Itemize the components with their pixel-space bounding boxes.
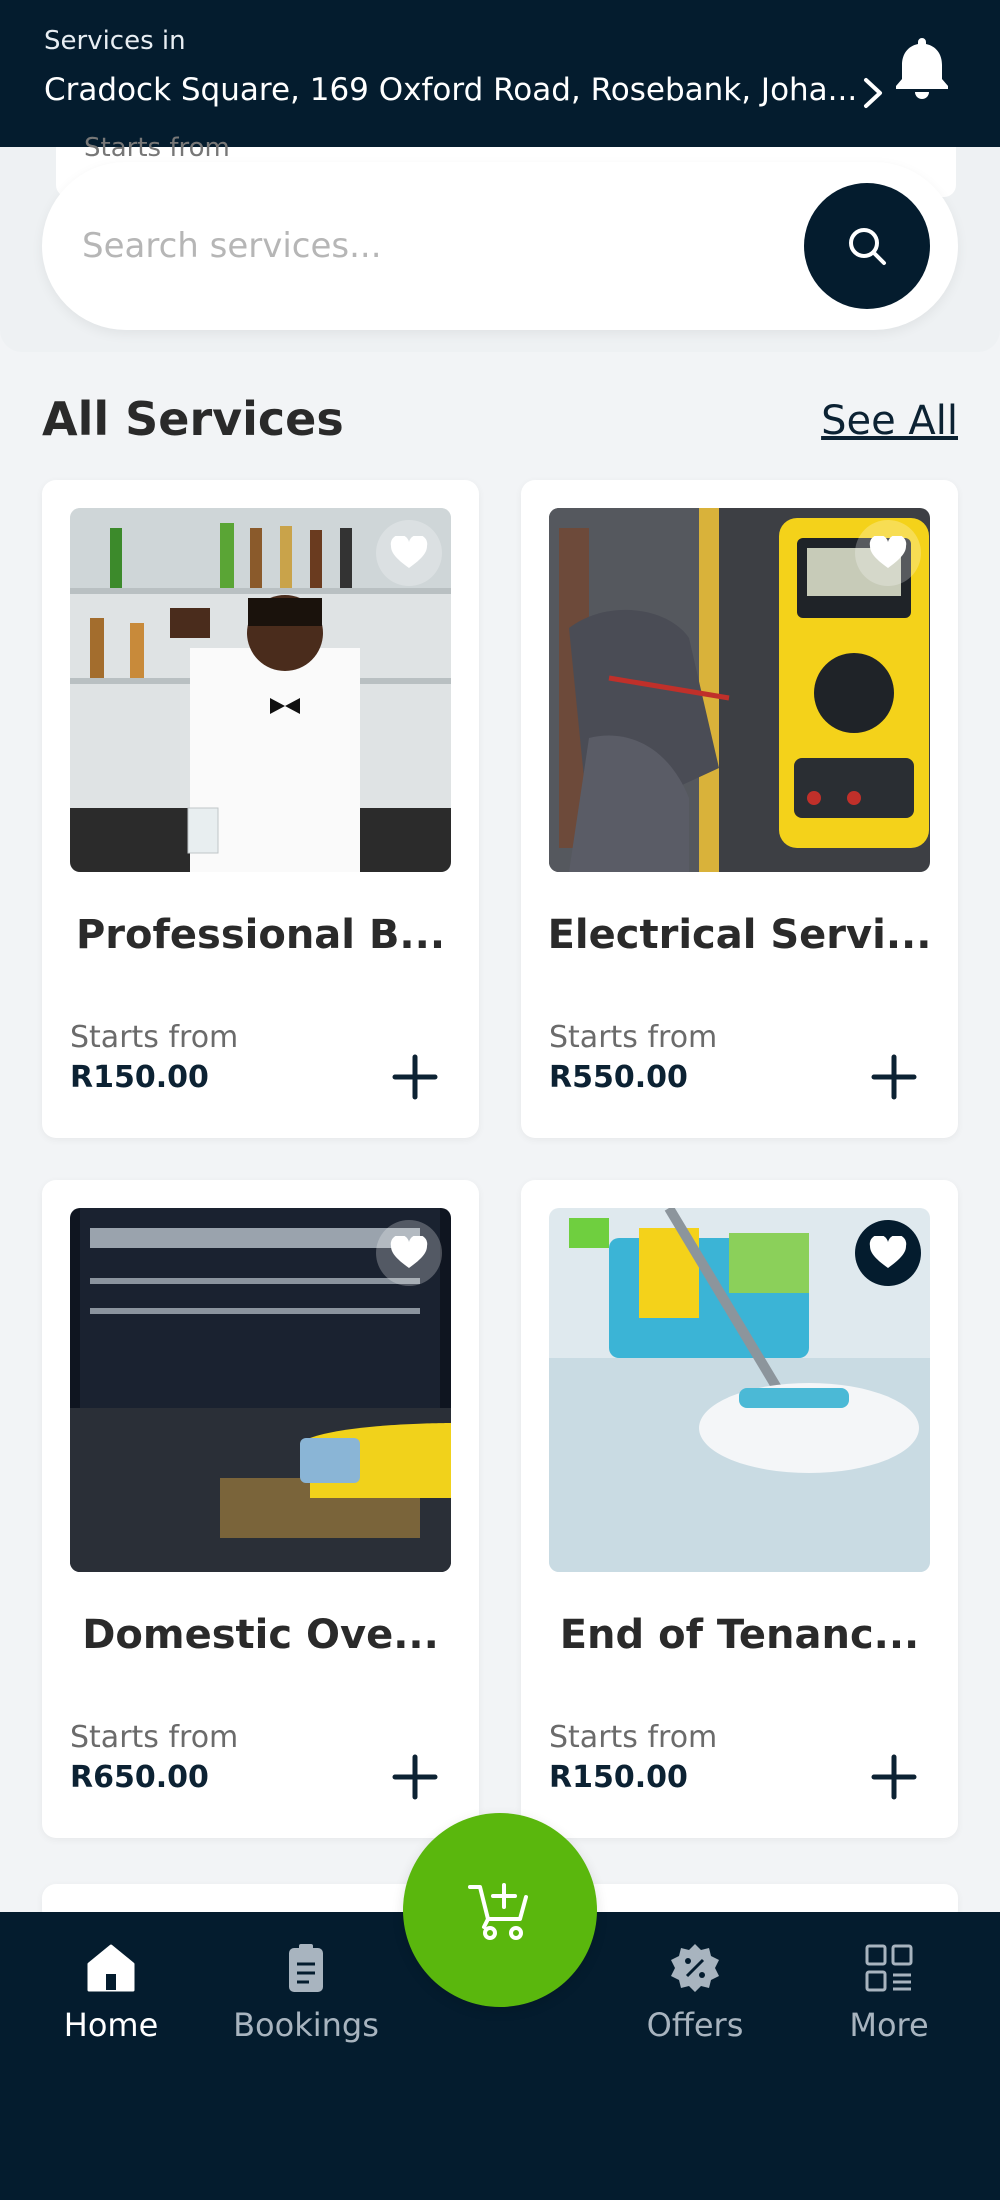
see-all-link[interactable]: See All [821,398,958,444]
nav-more[interactable]: More [804,1940,974,2044]
search-button[interactable] [804,183,930,309]
nav-offers-label: Offers [646,2006,744,2044]
nav-more-label: More [849,2006,929,2044]
service-price: R150.00 [70,1060,209,1095]
heart-icon [390,1236,428,1268]
add-icon[interactable] [390,1052,440,1102]
service-price: R550.00 [549,1060,688,1095]
nav-home-label: Home [63,2006,159,2044]
grid-menu-icon [865,1944,913,1992]
search-icon [849,228,886,265]
service-price: R650.00 [70,1760,209,1795]
search-input[interactable] [82,214,782,278]
service-price: R150.00 [549,1760,688,1795]
starts-from-label: Starts from [70,1020,239,1055]
location-header: Services in Cradock Square, 169 Oxford R… [0,0,1000,147]
bell-icon[interactable] [894,34,950,100]
service-card[interactable]: Electrical Servi... Starts from R550.00 [521,480,958,1138]
starts-from-label: Starts from [549,1720,718,1755]
nav-bookings-label: Bookings [233,2006,379,2044]
cart-plus-icon [468,1883,528,1940]
search-bar[interactable] [42,162,958,330]
heart-icon [869,536,907,568]
favorite-button[interactable] [376,520,442,586]
service-card[interactable]: Domestic Ove... Starts from R650.00 [42,1180,479,1838]
all-services-title: All Services [42,392,344,446]
nav-offers[interactable]: Offers [610,1940,780,2044]
starts-from-label: Starts from [70,1720,239,1755]
favorite-button[interactable] [855,1220,921,1286]
discount-badge-icon [671,1944,719,1992]
location-address[interactable]: Cradock Square, 169 Oxford Road, Roseban… [44,72,857,108]
services-in-label: Services in [44,26,186,56]
clipboard-list-icon [289,1944,323,1992]
service-name: Professional B... [75,912,446,958]
add-icon[interactable] [869,1752,919,1802]
service-name: Domestic Ove... [82,1612,439,1658]
search-behind-text: Starts from [84,133,230,163]
heart-icon [869,1236,907,1268]
service-card[interactable]: Professional B... Starts from R150.00 [42,480,479,1138]
nav-home[interactable]: Home [26,1940,196,2044]
nav-bookings[interactable]: Bookings [221,1940,391,2044]
starts-from-label: Starts from [549,1020,718,1055]
service-name: End of Tenanc... [559,1612,920,1658]
heart-icon [390,536,428,568]
add-icon[interactable] [390,1752,440,1802]
favorite-button[interactable] [855,520,921,586]
favorite-button[interactable] [376,1220,442,1286]
cart-button[interactable] [403,1813,597,2007]
service-name: Electrical Servi... [547,912,932,958]
add-icon[interactable] [869,1052,919,1102]
home-icon [87,1944,135,1992]
chevron-right-icon[interactable] [858,74,888,112]
service-card[interactable]: End of Tenanc... Starts from R150.00 [521,1180,958,1838]
